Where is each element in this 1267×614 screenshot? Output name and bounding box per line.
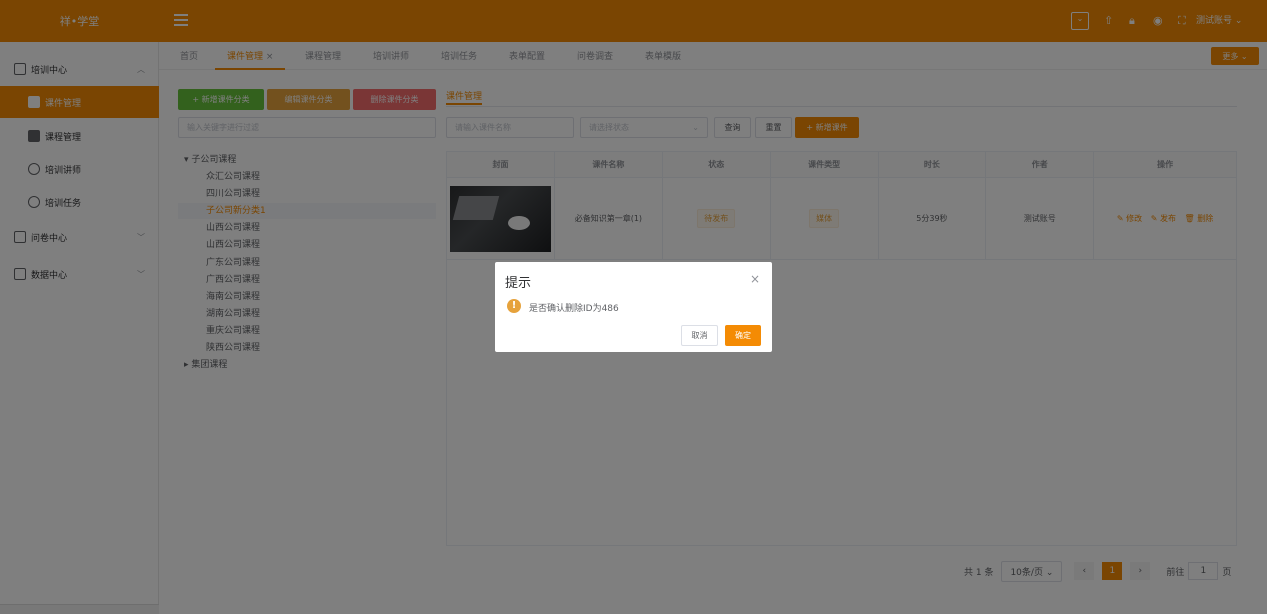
close-icon[interactable]: × — [750, 272, 760, 286]
dialog-title: 提示 — [505, 276, 532, 291]
confirm-button[interactable]: 确定 — [725, 325, 761, 346]
dialog-message: 是否确认删除ID为486 — [529, 304, 619, 314]
warning-icon: ! — [507, 299, 521, 313]
confirm-dialog: 提示 × ! 是否确认删除ID为486 取消 确定 — [495, 262, 772, 352]
cancel-button[interactable]: 取消 — [681, 325, 718, 346]
